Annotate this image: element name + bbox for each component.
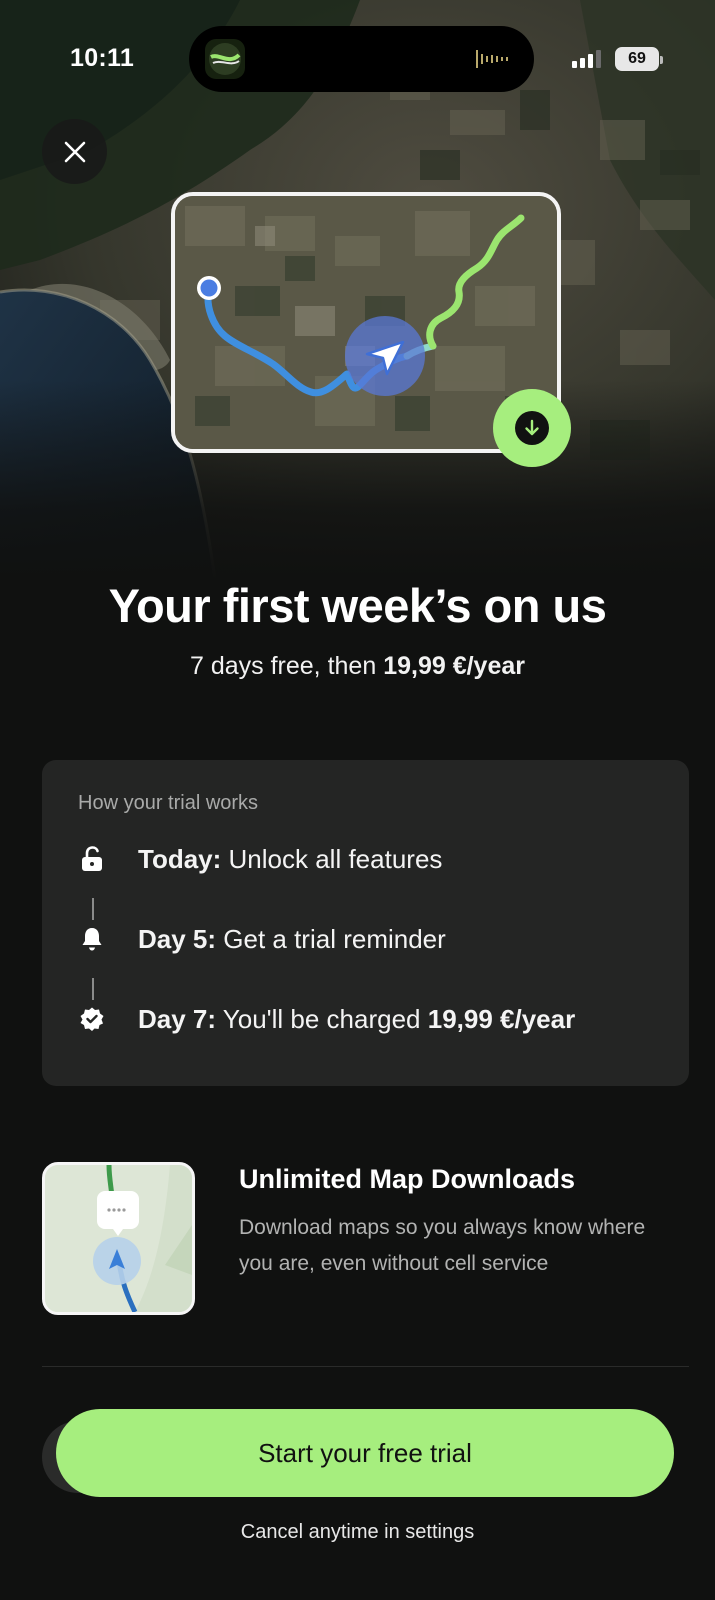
dynamic-island	[189, 26, 534, 92]
arrow-down-icon	[525, 419, 539, 436]
feature-description: Download maps so you always know where y…	[239, 1216, 646, 1275]
unlock-icon	[78, 845, 106, 873]
badge-check-icon	[78, 1005, 106, 1033]
trial-step-day: Day 7:	[138, 1003, 217, 1034]
battery-indicator: 69	[615, 47, 663, 71]
pricing-amount: 19,99 €/year	[383, 652, 525, 680]
close-button[interactable]	[42, 119, 107, 184]
page-title: Your first week’s on us	[108, 579, 607, 632]
trial-step-text: Get a trial reminder	[216, 923, 446, 954]
trial-step-text: You'll be charged	[216, 1003, 428, 1034]
trial-timeline-card: How your trial works Today: Unlock all f…	[42, 760, 689, 1086]
feature-thumbnail	[42, 1162, 195, 1315]
trial-step-day: Today:	[138, 843, 222, 874]
timeline-connector	[92, 898, 94, 920]
trial-step-day7: Day 7: You'll be charged 19,99 €/year	[78, 999, 575, 1039]
start-free-trial-button[interactable]: Start your free trial	[56, 1409, 674, 1497]
trial-step-price: 19,99 €/year	[427, 1003, 576, 1034]
pricing-prefix: 7 days free, then	[190, 652, 384, 680]
pricing-subtitle: 7 days free, then 19,99 €/year	[0, 652, 715, 681]
trial-step-day5: Day 5: Get a trial reminder	[78, 919, 446, 959]
feature-title: Unlimited Map Downloads	[239, 1164, 576, 1194]
offline-map-illustration	[45, 1165, 192, 1312]
bell-icon	[78, 925, 106, 953]
trial-step-day: Day 5:	[138, 923, 217, 954]
trial-step-text: Unlock all features	[221, 843, 443, 874]
trial-step-today: Today: Unlock all features	[78, 839, 442, 879]
audio-wave-icon	[476, 50, 508, 68]
trial-card-title: How your trial works	[78, 792, 259, 814]
status-time: 10:11	[70, 44, 135, 72]
cancel-note: Cancel anytime in settings	[240, 1521, 475, 1543]
cellular-signal-icon	[572, 50, 601, 68]
section-divider	[42, 1366, 689, 1367]
timeline-connector	[92, 978, 94, 1000]
app-activity-icon	[205, 39, 245, 79]
close-icon	[64, 141, 85, 162]
download-map-button[interactable]	[493, 389, 571, 467]
